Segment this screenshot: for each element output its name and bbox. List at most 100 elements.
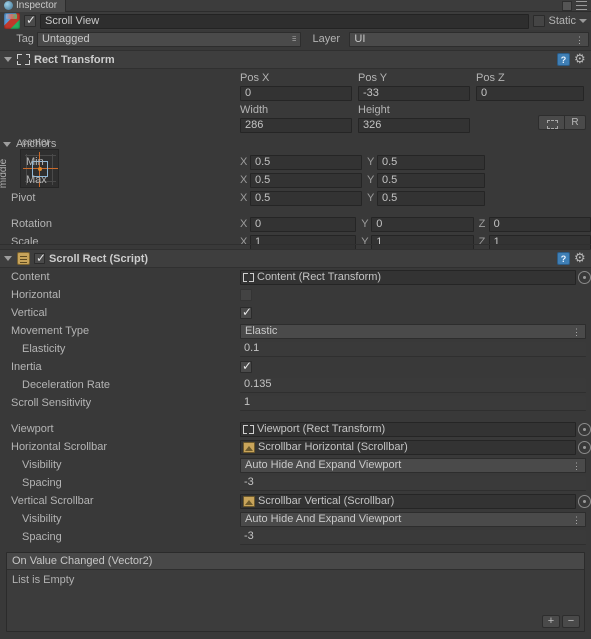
foldout-arrow-icon[interactable] [4, 256, 12, 261]
add-listener-button[interactable]: + [542, 615, 560, 628]
event-list-footer-buttons: + − [542, 615, 580, 628]
deceleration-rate-input[interactable]: 0.135 [240, 377, 586, 393]
vertical-visibility-label: Visibility [22, 513, 62, 525]
tabstrip-controls [562, 0, 591, 11]
unity-inspector-window: Inspector Scroll View Static Tag Untagge… [0, 0, 591, 639]
gameobject-name-input[interactable]: Scroll View [40, 13, 530, 29]
axis-y-label: Y [367, 156, 375, 168]
axis-x-label: X [240, 192, 248, 204]
pos-y-input[interactable]: -33 [358, 85, 470, 101]
pos-z-header: Pos Z [476, 72, 505, 84]
scroll-rect-header-buttons: ? [557, 250, 587, 265]
anchors-foldout-row[interactable]: Anchors [0, 135, 591, 153]
height-input[interactable]: 326 [358, 117, 470, 133]
blueprint-mode-button[interactable] [538, 115, 564, 130]
rect-transform-header[interactable]: Rect Transform ? [0, 50, 591, 69]
axis-y-label: Y [367, 174, 375, 186]
vertical-scrollbar-row: Vertical Scrollbar Scrollbar Vertical (S… [0, 492, 591, 510]
gameobject-enabled-checkbox[interactable] [24, 13, 37, 27]
vertical-spacing-input[interactable]: -3 [240, 529, 586, 545]
content-object-field[interactable]: Content (Rect Transform) [240, 269, 576, 285]
movement-type-dropdown[interactable]: Elastic [240, 323, 586, 339]
scale-y-input[interactable]: 1 [371, 234, 474, 250]
content-value: Content (Rect Transform) [257, 270, 382, 283]
anchor-max-x-input[interactable]: 0.5 [250, 172, 362, 188]
scroll-rect-enabled-checkbox[interactable] [34, 251, 47, 265]
deceleration-rate-label: Deceleration Rate [22, 379, 111, 391]
rotation-z-input[interactable]: 0 [488, 216, 591, 232]
raw-edit-mode-button[interactable]: R [564, 115, 586, 130]
scroll-rect-header[interactable]: Scroll Rect (Script) ? [0, 249, 591, 268]
rotation-y-input[interactable]: 0 [371, 216, 474, 232]
gear-icon[interactable] [574, 250, 587, 265]
vertical-scrollbar-label: Vertical Scrollbar [11, 495, 94, 507]
chevron-down-icon[interactable] [579, 19, 587, 23]
layer-label: Layer [312, 33, 340, 45]
foldout-arrow-icon[interactable] [4, 57, 12, 62]
pos-x-input[interactable]: 0 [240, 85, 352, 101]
vertical-scrollbar-object-field[interactable]: Scrollbar Vertical (Scrollbar) [240, 493, 576, 509]
help-icon[interactable]: ? [557, 252, 570, 265]
rotation-x-input[interactable]: 0 [250, 216, 357, 232]
pivot-x-input[interactable]: 0.5 [250, 190, 362, 206]
pivot-y-input[interactable]: 0.5 [377, 190, 485, 206]
anchors-foldout-arrow-icon[interactable] [3, 141, 11, 147]
anchor-max-row: Max X 0.5 Y 0.5 [0, 171, 591, 189]
axis-y-label: Y [367, 192, 375, 204]
axis-y-label: Y [361, 218, 369, 230]
horizontal-visibility-dropdown[interactable]: Auto Hide And Expand Viewport [240, 457, 586, 473]
vertical-checkbox[interactable] [240, 305, 253, 319]
vertical-row: Vertical [0, 304, 591, 322]
content-object-picker-icon[interactable] [578, 270, 591, 284]
axis-y-label: Y [361, 236, 369, 248]
viewport-object-picker-icon[interactable] [578, 422, 591, 436]
pos-z-input[interactable]: 0 [476, 85, 584, 101]
on-value-changed-title: On Value Changed (Vector2) [7, 553, 584, 570]
lock-icon[interactable] [562, 0, 572, 11]
scroll-sensitivity-label: Scroll Sensitivity [11, 397, 92, 409]
axis-z-label: Z [478, 236, 486, 248]
inertia-checkbox[interactable] [240, 359, 253, 373]
anchor-min-x-input[interactable]: 0.5 [250, 154, 362, 170]
rotation-label: Rotation [11, 218, 52, 230]
scroll-rect-title: Scroll Rect (Script) [49, 252, 149, 265]
anchor-min-y-input[interactable]: 0.5 [377, 154, 485, 170]
inspector-tabstrip: Inspector [0, 0, 591, 12]
tag-dropdown[interactable]: Untagged [36, 31, 302, 47]
vertical-visibility-dropdown[interactable]: Auto Hide And Expand Viewport [240, 511, 586, 527]
hamburger-menu-icon[interactable] [576, 1, 587, 10]
height-header: Height [358, 104, 390, 116]
horizontal-spacing-input[interactable]: -3 [240, 475, 586, 491]
size-value-row: 286 326 [0, 116, 591, 134]
layer-dropdown[interactable]: UI [349, 31, 589, 47]
vertical-scrollbar-value: Scrollbar Vertical (Scrollbar) [258, 494, 395, 507]
vertical-scrollbar-object-picker-icon[interactable] [578, 494, 591, 508]
scroll-sensitivity-input[interactable]: 1 [240, 395, 586, 411]
elasticity-input[interactable]: 0.1 [240, 341, 586, 357]
remove-listener-button[interactable]: − [562, 615, 580, 628]
horizontal-label: Horizontal [11, 289, 61, 301]
gear-icon[interactable] [574, 51, 587, 66]
horizontal-scrollbar-label: Horizontal Scrollbar [11, 441, 107, 453]
horizontal-visibility-row: Visibility Auto Hide And Expand Viewport [0, 456, 591, 474]
position-value-row: 0 -33 0 [0, 84, 591, 102]
rect-transform-icon [243, 424, 254, 435]
width-header: Width [240, 104, 269, 116]
width-input[interactable]: 286 [240, 117, 352, 133]
anchor-min-label: Min [26, 156, 44, 168]
static-checkbox[interactable] [533, 15, 546, 27]
tab-inspector[interactable]: Inspector [0, 0, 67, 12]
anchor-max-y-input[interactable]: 0.5 [377, 172, 485, 188]
viewport-object-field[interactable]: Viewport (Rect Transform) [240, 421, 576, 437]
scale-x-input[interactable]: 1 [250, 234, 357, 250]
vertical-spacing-label: Spacing [22, 531, 62, 543]
rotation-row: Rotation X 0 Y 0 Z 0 [0, 215, 591, 233]
horizontal-checkbox[interactable] [240, 289, 252, 301]
help-icon[interactable]: ? [557, 53, 570, 66]
anchor-max-label: Max [26, 174, 47, 186]
horizontal-scrollbar-object-field[interactable]: Scrollbar Horizontal (Scrollbar) [240, 439, 576, 455]
pivot-label: Pivot [11, 192, 36, 204]
scale-z-input[interactable]: 1 [488, 234, 591, 250]
horizontal-spacing-row: Spacing -3 [0, 474, 591, 492]
horizontal-scrollbar-object-picker-icon[interactable] [578, 440, 591, 454]
